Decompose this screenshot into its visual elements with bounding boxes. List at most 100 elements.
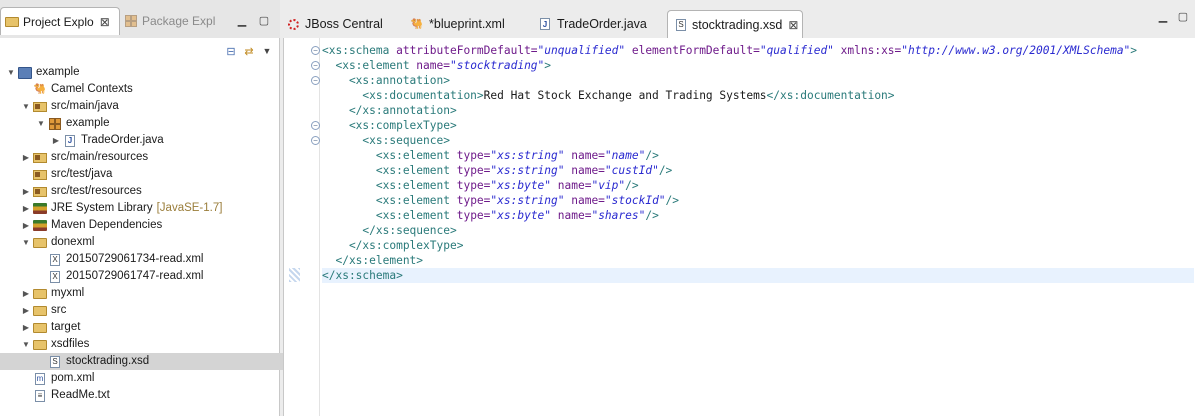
code-line[interactable]: <xs:element type="xs:byte" name="shares"… bbox=[322, 208, 659, 223]
expanded-arrow-icon[interactable]: ▼ bbox=[21, 98, 31, 115]
tab-project-explorer-label: Project Explo bbox=[23, 14, 94, 29]
tree-item-label: pom.xml bbox=[51, 372, 95, 384]
xml-attribute-value: "xs:string" bbox=[490, 194, 565, 207]
expanded-arrow-icon[interactable]: ▼ bbox=[6, 64, 16, 81]
tree-item[interactable]: ▼ xsdfiles bbox=[0, 336, 299, 353]
xml-tag: </xs:sequence> bbox=[322, 224, 457, 237]
tree-item[interactable]: ▶ src/main/resources bbox=[0, 149, 299, 166]
editor-tab[interactable]: Sstocktrading.xsd ⊠ bbox=[667, 10, 803, 38]
tree-item-label: stocktrading.xsd bbox=[66, 355, 150, 367]
project-explorer-panel: Project Explo ⊠ Package Expl ▁ ▢ ⊟ ⇄ ▼ ▼… bbox=[0, 0, 314, 416]
tree-item-label: 20150729061734-read.xml bbox=[66, 253, 204, 265]
collapsed-arrow-icon[interactable]: ▶ bbox=[21, 319, 31, 336]
collapsed-arrow-icon[interactable]: ▶ bbox=[21, 285, 31, 302]
view-menu-icon[interactable]: ▼ bbox=[261, 45, 273, 57]
tree-item-label: myxml bbox=[51, 287, 85, 299]
code-line[interactable]: <xs:element type="xs:byte" name="vip"/> bbox=[322, 178, 639, 193]
code-line[interactable]: </xs:sequence> bbox=[322, 223, 457, 238]
collapsed-arrow-icon[interactable]: ▶ bbox=[21, 149, 31, 166]
expanded-arrow-icon[interactable]: ▼ bbox=[36, 115, 46, 132]
xml-attribute-value: "stockId" bbox=[604, 194, 666, 207]
collapsed-arrow-icon[interactable]: ▶ bbox=[21, 217, 31, 234]
tree-item[interactable]: ▼ example bbox=[0, 115, 314, 132]
xml-text: Red Hat Stock Exchange and Trading Syste… bbox=[483, 89, 767, 102]
tree-item-label: Camel Contexts bbox=[51, 83, 133, 95]
maximize-icon[interactable]: ▢ bbox=[1177, 10, 1189, 23]
tree-item[interactable]: 🐫 Camel Contexts bbox=[0, 81, 299, 98]
tree-item[interactable]: ▼ example bbox=[0, 64, 284, 81]
collapsed-arrow-icon[interactable]: ▶ bbox=[51, 132, 61, 149]
xml-tag: <xs:element bbox=[322, 149, 457, 162]
code-line[interactable]: </xs:complexType> bbox=[322, 238, 464, 253]
tree-item[interactable]: ▶ src/test/resources bbox=[0, 183, 299, 200]
xml-attribute: attributeFormDefault= bbox=[396, 44, 538, 57]
editor-tab[interactable]: J TradeOrder.java bbox=[539, 10, 659, 38]
code-line[interactable]: <xs:complexType> bbox=[322, 118, 457, 133]
tab-project-explorer[interactable]: Project Explo ⊠ bbox=[0, 7, 120, 35]
tree-item-label: src/main/java bbox=[51, 100, 119, 112]
fold-toggle-icon[interactable]: − bbox=[311, 76, 320, 85]
tree-item-label: example bbox=[36, 66, 80, 78]
tree-item[interactable]: X 20150729061734-read.xml bbox=[0, 251, 314, 268]
code-line[interactable]: </xs:element> bbox=[322, 253, 423, 268]
tab-package-explorer[interactable]: Package Expl bbox=[124, 7, 224, 35]
tree-item[interactable]: Sstocktrading.xsd bbox=[0, 353, 314, 370]
fold-toggle-icon[interactable]: − bbox=[311, 61, 320, 70]
fold-toggle-icon[interactable]: − bbox=[311, 121, 320, 130]
xml-tag: <xs:element bbox=[322, 209, 457, 222]
tree-item[interactable]: X 20150729061747-read.xml bbox=[0, 268, 314, 285]
code-line[interactable]: <xs:element name="stocktrading"> bbox=[322, 58, 551, 73]
xml-tag: </xs:element> bbox=[322, 254, 424, 267]
code-line[interactable]: <xs:documentation>Red Hat Stock Exchange… bbox=[322, 88, 894, 103]
xml-tag: /> bbox=[645, 149, 659, 162]
library-icon bbox=[33, 220, 47, 232]
collapse-all-icon[interactable]: ⊟ bbox=[225, 45, 237, 58]
code-line[interactable]: <xs:schema attributeFormDefault="unquali… bbox=[322, 43, 1137, 58]
tree-item[interactable]: m pom.xml bbox=[0, 370, 299, 387]
code-line[interactable]: <xs:element type="xs:string" name="name"… bbox=[322, 148, 659, 163]
tree-item[interactable]: ▶ src bbox=[0, 302, 299, 319]
collapsed-arrow-icon[interactable]: ▶ bbox=[21, 200, 31, 217]
code-line[interactable]: <xs:element type="xs:string" name="stock… bbox=[322, 193, 679, 208]
tree-item[interactable]: ▶ myxml bbox=[0, 285, 299, 302]
tree-item[interactable]: ▶ target bbox=[0, 319, 299, 336]
xml-file-icon: X bbox=[48, 253, 62, 266]
collapsed-arrow-icon[interactable]: ▶ bbox=[21, 183, 31, 200]
minimize-icon[interactable]: ▁ bbox=[236, 14, 248, 27]
close-icon[interactable]: ⊠ bbox=[788, 18, 798, 32]
fold-toggle-icon[interactable]: − bbox=[311, 46, 320, 55]
editor-tab-label: stocktrading.xsd bbox=[692, 17, 783, 32]
xsd-source-editor[interactable]: − − − − − <xs:schema attributeFormDefault="u… bbox=[283, 38, 1195, 416]
code-line[interactable]: </xs:schema> bbox=[322, 268, 1194, 283]
expanded-arrow-icon[interactable]: ▼ bbox=[21, 234, 31, 251]
link-with-editor-icon[interactable]: ⇄ bbox=[243, 45, 255, 58]
tree-item[interactable]: src/test/java bbox=[0, 166, 299, 183]
tree-item[interactable]: ≡ ReadMe.txt bbox=[0, 387, 299, 404]
editor-tab[interactable]: 🐫 *blueprint.xml bbox=[411, 10, 531, 38]
tree-item[interactable]: ▼ donexml bbox=[0, 234, 299, 251]
collapsed-arrow-icon[interactable]: ▶ bbox=[21, 302, 31, 319]
code-line[interactable]: <xs:element type="xs:string" name="custI… bbox=[322, 163, 672, 178]
source-folder-icon bbox=[33, 169, 47, 181]
package-icon bbox=[48, 117, 62, 130]
maximize-icon[interactable]: ▢ bbox=[258, 14, 270, 27]
xml-tag: <xs:annotation> bbox=[322, 74, 450, 87]
code-line[interactable]: </xs:annotation> bbox=[322, 103, 457, 118]
code-line[interactable]: <xs:sequence> bbox=[322, 133, 450, 148]
editor-tab[interactable]: JBoss Central bbox=[287, 10, 403, 38]
folder-icon bbox=[33, 305, 47, 317]
tree-item[interactable]: ▼ src/main/java bbox=[0, 98, 299, 115]
xml-attribute-value: "http://www.w3.org/2001/XMLSchema" bbox=[901, 44, 1131, 57]
code-line[interactable]: <xs:annotation> bbox=[322, 73, 450, 88]
expanded-arrow-icon[interactable]: ▼ bbox=[21, 336, 31, 353]
fold-toggle-icon[interactable]: − bbox=[311, 136, 320, 145]
jboss-icon bbox=[287, 18, 299, 30]
close-icon[interactable]: ⊠ bbox=[100, 15, 110, 29]
tree-item[interactable]: ▶ J TradeOrder.java bbox=[0, 132, 329, 149]
tree-item-label: src/test/resources bbox=[51, 185, 142, 197]
xml-attribute-value: "xs:byte" bbox=[490, 209, 552, 222]
minimize-icon[interactable]: ▁ bbox=[1157, 10, 1169, 23]
tree-item[interactable]: ▶ Maven Dependencies bbox=[0, 217, 299, 234]
xml-attribute: type= bbox=[456, 194, 491, 207]
tree-item[interactable]: ▶ JRE System Library [JavaSE-1.7] bbox=[0, 200, 299, 217]
